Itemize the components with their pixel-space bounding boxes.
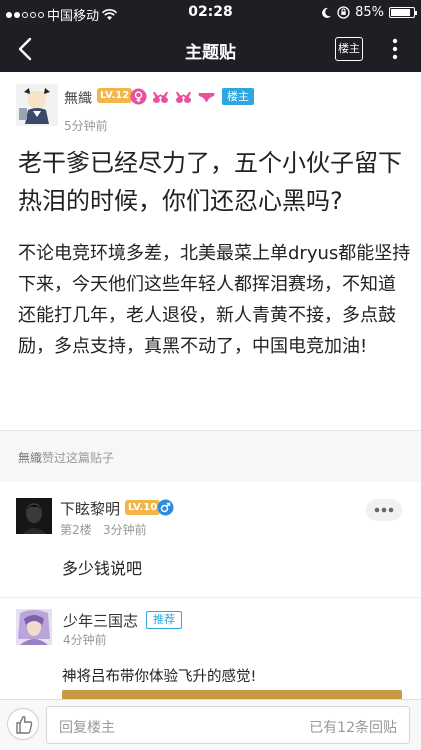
bikini-top-icon xyxy=(153,92,168,103)
more-options-button[interactable] xyxy=(366,499,402,521)
likes-suffix: 赞过这篇贴子 xyxy=(42,451,115,465)
reply-avatar[interactable] xyxy=(16,498,52,534)
moon-icon xyxy=(322,7,332,18)
likes-text: 無織赞过这篇贴子 xyxy=(18,449,114,466)
level-badge: LV.10 xyxy=(125,500,161,515)
bikini-bottom-icon xyxy=(198,93,215,102)
level-badge: LV.12 xyxy=(97,88,133,103)
reply-text: 多少钱说吧 xyxy=(62,559,143,578)
reply-floor: 第2楼 xyxy=(60,523,92,537)
nav-bar: 主题贴 楼主 xyxy=(0,26,421,72)
post-body: 不论电竞环境多差，北美最菜上单dryus都能坚持下来，今天他们这些年轻人都挥泪赛… xyxy=(18,243,411,357)
male-icon xyxy=(157,499,174,516)
post-time: 5分钟前 xyxy=(64,119,108,133)
status-right: 85% xyxy=(321,5,417,20)
divider xyxy=(0,597,421,598)
reply-input[interactable]: 回复楼主 已有12条回贴 xyxy=(46,706,410,744)
like-button[interactable] xyxy=(7,708,39,740)
more-horizontal-icon xyxy=(374,507,394,513)
only-owner-button[interactable]: 楼主 xyxy=(335,37,363,61)
reply-time: 4分钟前 xyxy=(63,633,107,647)
rotation-lock-icon xyxy=(337,6,350,19)
reply-placeholder: 回复楼主 xyxy=(59,720,115,736)
more-vertical-icon[interactable] xyxy=(385,34,405,64)
likes-row[interactable]: 無織赞过这篇贴子 xyxy=(0,431,421,482)
author-avatar[interactable] xyxy=(16,84,58,126)
reply-count: 已有12条回贴 xyxy=(309,720,397,736)
reply-author[interactable]: 少年三国志 xyxy=(63,610,138,631)
owner-badge: 楼主 xyxy=(222,88,254,105)
bottom-bar: 回复楼主 已有12条回贴 xyxy=(0,699,421,750)
status-bar: 中国移动 02:28 85% xyxy=(0,0,421,26)
battery-percent: 85% xyxy=(355,5,384,20)
bikini-top-icon xyxy=(176,92,191,103)
reply-text: 神将吕布带你体验飞升的感觉! xyxy=(62,669,257,685)
like-user[interactable]: 無織 xyxy=(18,451,42,465)
author-name[interactable]: 無織 xyxy=(64,88,92,108)
recommended-tag: 推荐 xyxy=(146,611,182,629)
thumbs-up-icon xyxy=(16,716,33,734)
reply-avatar[interactable] xyxy=(16,609,52,645)
reply-time: 3分钟前 xyxy=(103,523,147,537)
post-title: 老干爹已经尽力了，五个小伙子留下热泪的时候，你们还忍心黑吗? xyxy=(18,149,402,215)
battery-icon xyxy=(389,7,417,18)
female-icon xyxy=(130,88,147,105)
reply-author[interactable]: 下眩黎明 xyxy=(60,498,120,519)
